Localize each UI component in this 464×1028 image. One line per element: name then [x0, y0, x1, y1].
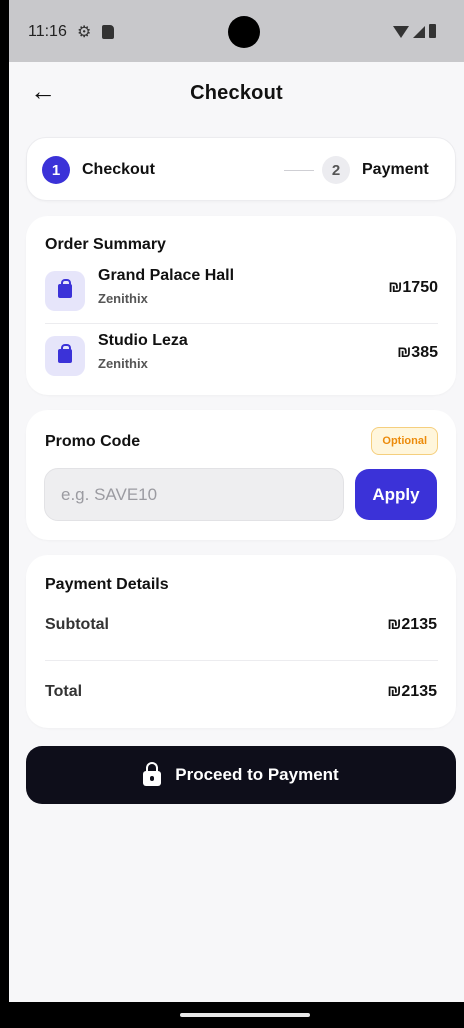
optional-badge: Optional — [371, 427, 438, 455]
header: ← Checkout — [9, 62, 464, 126]
shopping-bag-icon — [45, 271, 85, 311]
total-label: Total — [45, 683, 83, 700]
status-icons — [393, 24, 436, 38]
order-summary-title: Order Summary — [45, 236, 166, 253]
apply-button[interactable]: Apply — [355, 469, 437, 520]
signal-icon — [413, 26, 425, 38]
list-item: Grand Palace Hall Zenithix ₪1750 — [45, 267, 438, 319]
promo-code-input[interactable] — [44, 468, 344, 521]
navigation-bar — [9, 1002, 464, 1028]
proceed-label: Proceed to Payment — [175, 765, 339, 784]
checkout-stepper: 1 Checkout 2 Payment — [26, 137, 456, 201]
step-label: Checkout — [82, 161, 155, 178]
divider — [45, 323, 438, 324]
home-indicator[interactable] — [180, 1013, 310, 1017]
total-value: ₪2135 — [387, 683, 437, 700]
step-payment: 2 Payment — [322, 156, 429, 184]
gear-icon: ⚙ — [77, 24, 92, 41]
status-bar: 11:16 ⚙ — [9, 0, 464, 62]
shopping-bag-icon — [45, 336, 85, 376]
proceed-to-payment-button[interactable]: Proceed to Payment — [26, 746, 456, 804]
camera-cutout — [228, 16, 260, 48]
step-label: Payment — [362, 161, 429, 178]
item-vendor: Zenithix — [98, 356, 148, 371]
payment-details-title: Payment Details — [45, 576, 169, 593]
wifi-icon — [393, 26, 409, 38]
promo-code-title: Promo Code — [45, 433, 141, 450]
checkout-screen: 11:16 ⚙ ← Checkout 1 Checkout 2 Payment … — [9, 0, 464, 1028]
item-name: Studio Leza — [98, 332, 188, 349]
promo-code-card: Promo Code Optional Apply — [26, 410, 456, 540]
battery-icon — [429, 24, 436, 38]
step-number: 2 — [322, 156, 350, 184]
step-number: 1 — [42, 156, 70, 184]
divider — [45, 660, 438, 661]
subtotal-label: Subtotal — [45, 616, 109, 633]
order-summary-card: Order Summary Grand Palace Hall Zenithix… — [26, 216, 456, 395]
item-price: ₪385 — [397, 344, 438, 361]
sd-card-icon — [102, 25, 114, 39]
item-name: Grand Palace Hall — [98, 267, 235, 284]
step-connector — [284, 170, 314, 171]
status-time: 11:16 — [28, 23, 67, 40]
lock-icon — [143, 762, 162, 786]
item-vendor: Zenithix — [98, 291, 148, 306]
payment-details-card: Payment Details Subtotal ₪2135 Total ₪21… — [26, 555, 456, 728]
item-price: ₪1750 — [388, 279, 438, 296]
list-item: Studio Leza Zenithix ₪385 — [45, 332, 438, 384]
subtotal-value: ₪2135 — [387, 616, 437, 633]
page-title: Checkout — [190, 82, 283, 104]
step-checkout: 1 Checkout — [42, 156, 155, 184]
